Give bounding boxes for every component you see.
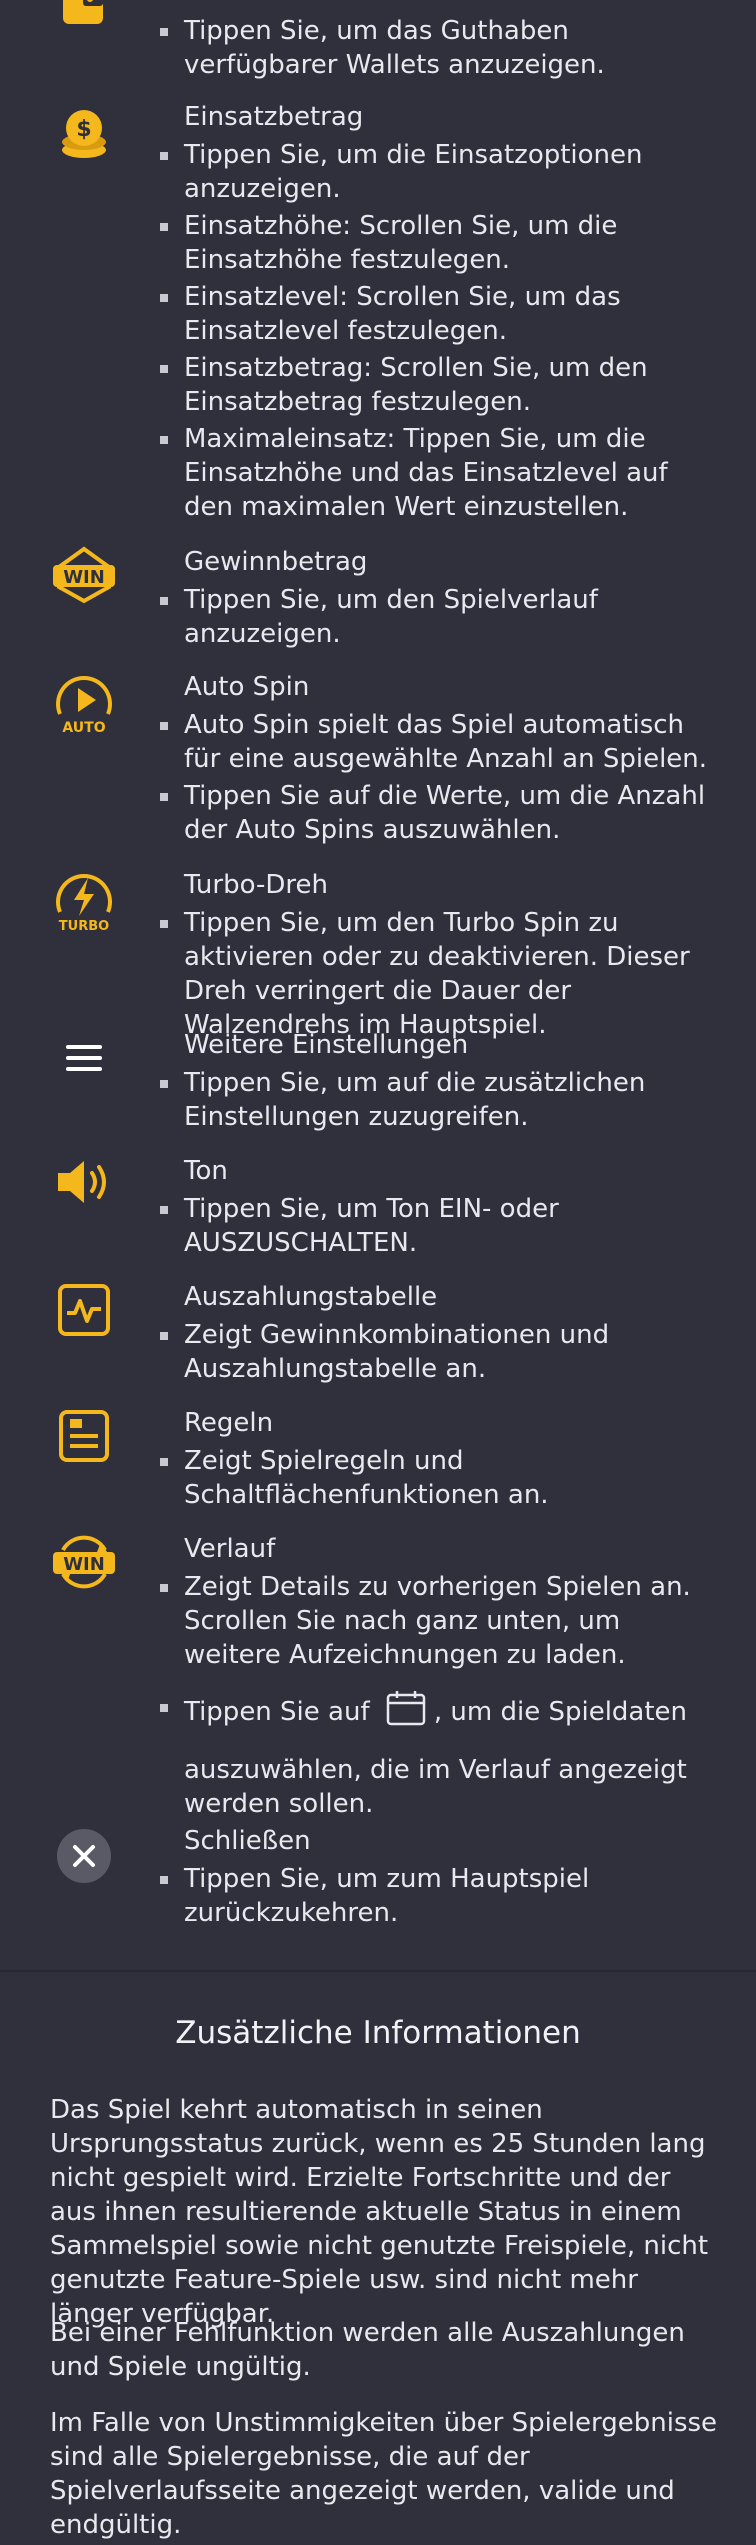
history-bullets: Zeigt Details zu vorherigen Spielen an. … xyxy=(160,1570,724,1821)
win-badge-icon: WIN xyxy=(50,541,118,609)
section-title: Turbo-Dreh xyxy=(184,870,328,900)
additional-info-title: Zusätzliche Informationen xyxy=(175,2015,581,2051)
bullet: Maximaleinsatz: Tippen Sie, um die Einsa… xyxy=(160,422,724,524)
bullet: Einsatzbetrag: Scrollen Sie, um den Eins… xyxy=(160,351,724,419)
bullet: Tippen Sie, um den Spielverlauf anzuzeig… xyxy=(160,583,724,651)
rules-bullets: Zeigt Spielregeln und Schaltflächenfunkt… xyxy=(160,1444,724,1512)
section-title: Ton xyxy=(184,1156,228,1186)
win-badge-label: WIN xyxy=(63,567,105,588)
turbo-icon: TURBO xyxy=(50,868,118,936)
menu-icon xyxy=(50,1024,118,1092)
bullet: Tippen Sie, um Ton EIN- oder AUSZUSCHALT… xyxy=(160,1192,724,1260)
bet-bullets: Tippen Sie, um die Einsatzoptionen anzuz… xyxy=(160,138,724,524)
section-title: Schließen xyxy=(184,1826,311,1856)
auto-label: AUTO xyxy=(62,720,105,736)
bullet: Zeigt Details zu vorherigen Spielen an. … xyxy=(160,1570,724,1672)
speaker-icon xyxy=(50,1148,118,1216)
paytable-chart-icon xyxy=(50,1276,118,1344)
bullet: Zeigt Gewinnkombinationen und Auszahlung… xyxy=(160,1318,724,1386)
bullet: Tippen Sie, um das Guthaben verfügbarer … xyxy=(160,14,724,82)
bullet: Tippen Sie, um den Turbo Spin zu aktivie… xyxy=(160,906,724,1042)
wallet-icon xyxy=(50,0,118,34)
turbo-label: TURBO xyxy=(59,919,109,934)
settings-bullets: Tippen Sie, um auf die zusätzlichen Eins… xyxy=(160,1066,724,1134)
section-title: Auto Spin xyxy=(184,672,310,702)
rules-document-icon xyxy=(50,1402,118,1470)
auto-bullets: Auto Spin spielt das Spiel automatisch f… xyxy=(160,708,724,847)
auto-spin-icon: AUTO xyxy=(50,670,118,738)
bullet: Tippen Sie, um die Einsatzoptionen anzuz… xyxy=(160,138,724,206)
section-title: Auszahlungstabelle xyxy=(184,1282,438,1312)
bullet: Tippen Sie, um auf die zusätzlichen Eins… xyxy=(160,1066,724,1134)
svg-text:$: $ xyxy=(76,117,91,142)
calendar-text-rest: auszuwählen, die im Verlauf angezeigt we… xyxy=(184,1755,687,1819)
wallet-bullets: Tippen Sie, um das Guthaben verfügbarer … xyxy=(160,14,724,82)
turbo-bullets: Tippen Sie, um den Turbo Spin zu aktivie… xyxy=(160,906,724,1042)
calendar-text-after: , um die Spieldaten xyxy=(433,1697,688,1727)
bullet-calendar: Tippen Sie auf , um die Spieldaten auszu… xyxy=(160,1690,724,1821)
coin-stack-icon: $ xyxy=(50,100,118,168)
info-paragraph: Das Spiel kehrt automatisch in seinen Ur… xyxy=(50,2095,709,2329)
history-win-label: WIN xyxy=(63,1554,105,1575)
section-divider xyxy=(0,1970,756,1972)
bullet: Tippen Sie auf die Werte, um die Anzahl … xyxy=(160,779,724,847)
info-paragraph: Im Falle von Unstimmigkeiten über Spiele… xyxy=(50,2408,718,2540)
paytable-bullets: Zeigt Gewinnkombinationen und Auszahlung… xyxy=(160,1318,724,1386)
bullet: Zeigt Spielregeln und Schaltflächenfunkt… xyxy=(160,1444,724,1512)
bullet: Einsatzhöhe: Scrollen Sie, um die Einsat… xyxy=(160,209,724,277)
calendar-text-before: Tippen Sie auf xyxy=(184,1697,370,1727)
sound-bullets: Tippen Sie, um Ton EIN- oder AUSZUSCHALT… xyxy=(160,1192,724,1260)
calendar-icon[interactable] xyxy=(386,1690,426,1735)
section-title: Weitere Einstellungen xyxy=(184,1030,469,1060)
section-title: Gewinnbetrag xyxy=(184,547,368,577)
info-paragraph: Bei einer Fehlfunktion werden alle Ausza… xyxy=(50,2318,685,2382)
win-bullets: Tippen Sie, um den Spielverlauf anzuzeig… xyxy=(160,583,724,651)
close-icon xyxy=(50,1822,118,1890)
bullet: Einsatzlevel: Scrollen Sie, um das Einsa… xyxy=(160,280,724,348)
close-bullets: Tippen Sie, um zum Hauptspiel zurückzuke… xyxy=(160,1862,724,1930)
section-title: Einsatzbetrag xyxy=(184,102,364,132)
bullet: Auto Spin spielt das Spiel automatisch f… xyxy=(160,708,724,776)
section-title: Verlauf xyxy=(184,1534,276,1564)
section-title: Regeln xyxy=(184,1408,274,1438)
bullet: Tippen Sie, um zum Hauptspiel zurückzuke… xyxy=(160,1862,724,1930)
history-win-icon: WIN xyxy=(50,1528,118,1596)
